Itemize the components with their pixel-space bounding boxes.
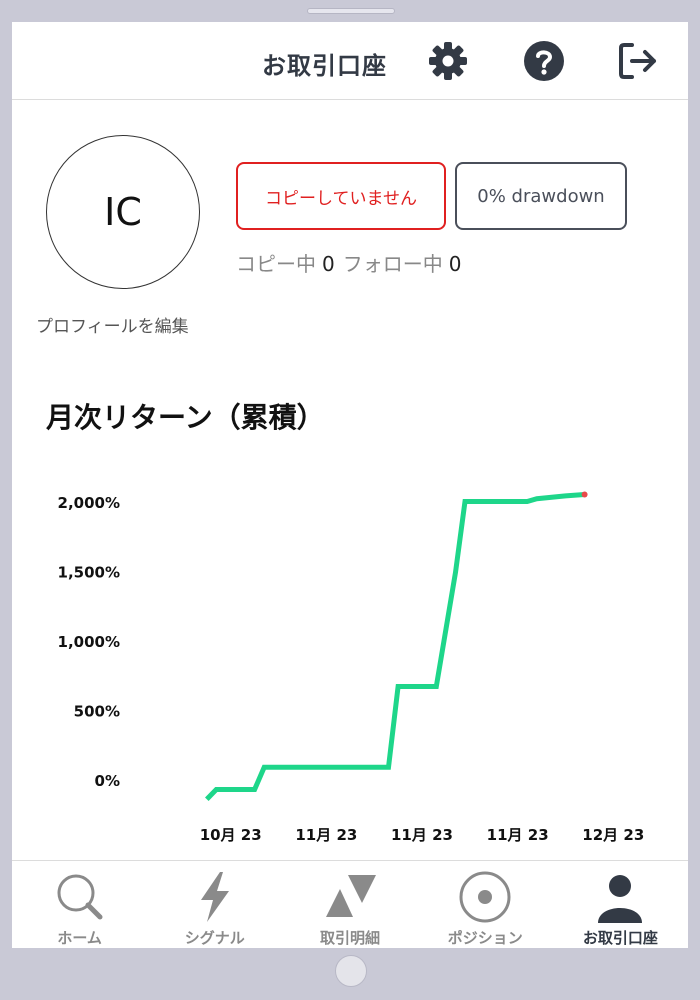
device-speaker	[307, 8, 395, 14]
y-tick-label: 2,000%	[58, 494, 120, 512]
help-icon[interactable]	[522, 39, 566, 83]
following-count: 0	[448, 252, 462, 276]
y-tick-label: 1,500%	[58, 563, 120, 581]
chart-title: 月次リターン（累積）	[46, 401, 325, 434]
series-line	[205, 492, 585, 801]
x-tick-label: 11月 23	[295, 826, 357, 844]
edit-profile-link[interactable]: プロフィールを編集	[36, 312, 189, 337]
logout-icon[interactable]	[616, 39, 660, 83]
search-icon	[57, 874, 103, 920]
tab-label: シグナル	[184, 929, 245, 947]
following-label: フォロー中	[342, 252, 443, 276]
tab-positions[interactable]: ポジション	[418, 861, 553, 948]
follow-stats: コピー中 0 フォロー中 0	[236, 248, 469, 277]
tab-signal[interactable]: シグナル	[147, 861, 282, 948]
app-header: お取引口座	[12, 22, 688, 100]
app-screen: お取引口座 IC プロフィールを編集 コピーしていません 0% drawdown…	[12, 22, 688, 948]
gear-icon[interactable]	[426, 39, 470, 83]
device-home-button[interactable]	[335, 955, 367, 987]
x-tick-label: 12月 23	[582, 826, 644, 844]
x-tick-label: 10月 23	[200, 826, 262, 844]
avatar-initials: IC	[104, 190, 142, 234]
x-tick-label: 11月 23	[487, 826, 549, 844]
copy-status-button[interactable]: コピーしていません	[236, 162, 446, 230]
copying-count: 0	[322, 252, 335, 276]
triangles-icon	[326, 875, 376, 917]
tab-label: お取引口座	[582, 929, 658, 947]
series-end-point	[581, 491, 588, 498]
tab-label: ホーム	[57, 929, 102, 947]
tab-label: 取引明細	[320, 929, 381, 947]
tab-trades[interactable]: 取引明細	[282, 861, 417, 948]
x-tick-label: 11月 23	[391, 826, 453, 844]
lightning-icon	[200, 872, 229, 922]
avatar: IC	[46, 135, 200, 289]
tab-account[interactable]: お取引口座	[553, 861, 688, 948]
tab-label: ポジション	[447, 929, 523, 947]
tab-home[interactable]: ホーム	[12, 861, 147, 948]
y-tick-label: 500%	[74, 703, 120, 721]
y-tick-label: 1,000%	[58, 633, 120, 651]
copying-label: コピー中	[236, 252, 316, 276]
cumulative-return-chart: 2,000% 1,500% 1,000% 500% 0% 10月 23 11月 23 11月 …	[58, 491, 644, 844]
tab-bar: ホーム シグナル 取引明細 ポジション お取引口座	[12, 860, 688, 948]
y-tick-label: 0%	[95, 772, 120, 790]
drawdown-button[interactable]: 0% drawdown	[455, 162, 627, 230]
target-icon	[459, 871, 511, 923]
user-icon	[598, 875, 643, 923]
page-title: お取引口座	[262, 52, 387, 80]
